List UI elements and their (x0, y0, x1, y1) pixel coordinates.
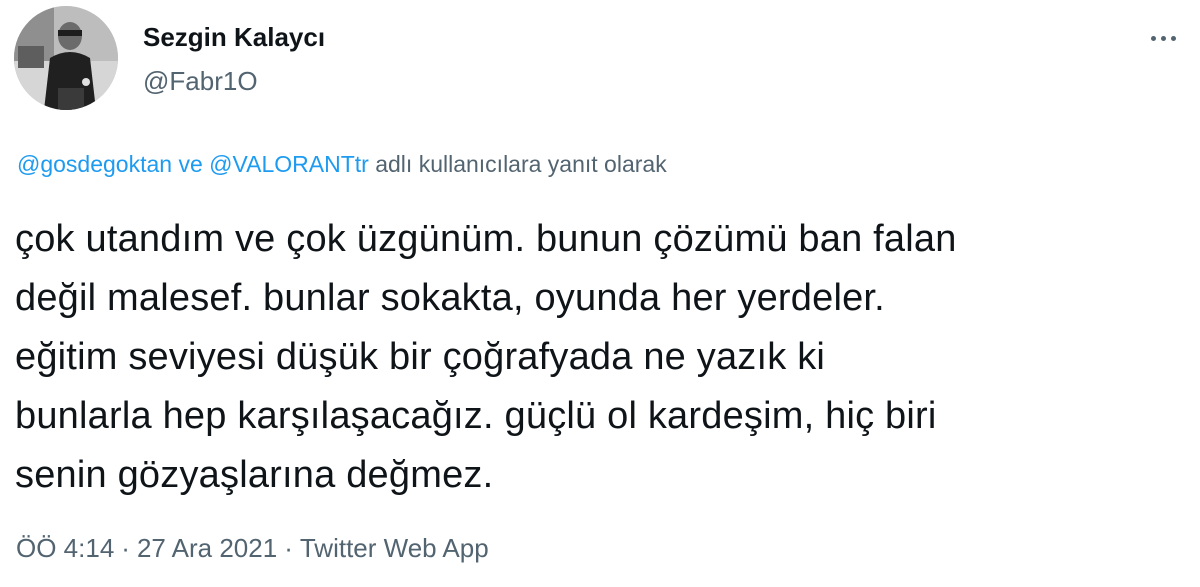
author-name[interactable]: Sezgin Kalaycı (143, 22, 325, 53)
avatar[interactable] (14, 6, 118, 110)
tweet-text-line: bunlarla hep karşılaşacağız. güçlü ol ka… (15, 395, 937, 437)
tweet-text-line: çok utandım ve çok üzgünüm. bunun çözümü… (15, 218, 957, 260)
tweet-card: Sezgin Kalaycı @Fabr1O @gosdegoktan ve @… (0, 0, 1200, 587)
tweet-time[interactable]: ÖÖ 4:14 (16, 533, 114, 563)
reply-context-suffix: adlı kullanıcılara yanıt olarak (368, 151, 667, 177)
reply-mention-valorant[interactable]: @VALORANTtr (209, 151, 369, 177)
reply-context: @gosdegoktan ve @VALORANTtr adlı kullanı… (17, 151, 667, 178)
tweet-date[interactable]: 27 Ara 2021 (137, 533, 277, 563)
tweet-text-line: değil malesef. bunlar sokakta, oyunda he… (15, 277, 885, 319)
more-horizontal-icon (1150, 35, 1156, 41)
more-horizontal-icon-dot-3 (1170, 35, 1176, 41)
tweet-source[interactable]: Twitter Web App (300, 533, 489, 563)
meta-separator: · (121, 533, 130, 563)
more-options-button[interactable] (1140, 20, 1186, 56)
tweet-text-line: eğitim seviyesi düşük bir çoğrafyada ne … (15, 336, 826, 378)
tweet-metadata: ÖÖ 4:14 · 27 Ara 2021 · Twitter Web App (16, 533, 489, 564)
more-horizontal-icon-dot-2 (1160, 35, 1166, 41)
author-handle[interactable]: @Fabr1O (143, 66, 258, 97)
tweet-text-line: senin gözyaşlarına değmez. (15, 454, 494, 496)
meta-separator-2: · (284, 533, 293, 563)
tweet-text: çok utandım ve çok üzgünüm. bunun çözümü… (15, 210, 1185, 505)
reply-mention-gosdegoktan[interactable]: @gosdegoktan (17, 151, 172, 177)
reply-conjunction[interactable]: ve (172, 151, 209, 177)
avatar-photo (14, 6, 118, 110)
